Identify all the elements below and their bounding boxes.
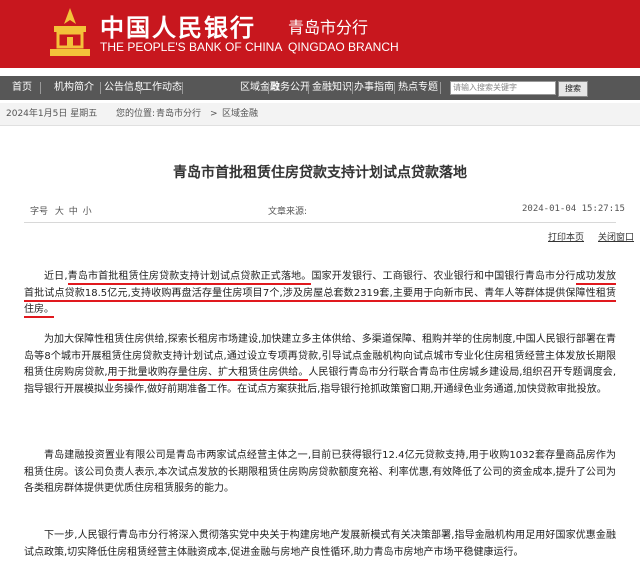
- page-title: 青岛市首批租赁住房贷款支持计划试点贷款落地: [173, 165, 467, 181]
- font-size-small-link[interactable]: 小: [83, 207, 92, 217]
- bank-name-en: THE PEOPLE'S BANK OF CHINA: [100, 40, 283, 54]
- branch-name-en: QINGDAO BRANCH: [288, 40, 399, 54]
- bank-name-cn: 中国人民银行: [100, 13, 256, 42]
- breadcrumb-sep: >: [210, 109, 218, 119]
- p2-highlight: 用于批量收购存量住房、扩大租赁住房供给。: [107, 367, 309, 381]
- close-window-link[interactable]: 关闭窗口: [598, 230, 634, 243]
- font-size-large-link[interactable]: 大: [55, 207, 64, 217]
- nav-item-about[interactable]: 机构简介: [54, 76, 94, 100]
- nav-item-home[interactable]: 首页: [12, 76, 32, 100]
- p1-text: 国家开发银行、工商银行、农业银行和中国银行青岛市分行: [311, 271, 576, 282]
- main-nav: 首页 机构简介 公告信息 工作动态 区域金融 政务公开 金融知识 办事指南 热点…: [0, 76, 640, 100]
- nav-item-topics[interactable]: 热点专题: [398, 76, 438, 100]
- divider: [24, 222, 616, 223]
- breadcrumb-prefix: 您的位置:: [116, 109, 156, 119]
- branch-name-cn: 青岛市分行: [288, 18, 369, 37]
- breadcrumb-link-branch[interactable]: 青岛市分行: [156, 103, 201, 125]
- article-source: 文章来源:: [268, 207, 308, 217]
- pboc-emblem-icon: [50, 8, 90, 56]
- article-date: 2024-01-04 15:27:15: [522, 204, 625, 214]
- breadcrumb-link-regional[interactable]: 区域金融: [222, 103, 258, 125]
- article-paragraph-2: 为加大保障性租赁住房供给,探索长租房市场建设,加快建立多主体供给、多渠道保障、租…: [24, 332, 616, 398]
- p4-text: 下一步,人民银行青岛市分行将深入贯彻落实党中央关于构建房地产发展新模式有关决策部…: [24, 530, 616, 558]
- nav-item-guide[interactable]: 办事指南: [354, 76, 394, 100]
- article-paragraph-3: 青岛建融投资置业有限公司是青岛市两家试点经营主体之一,目前已获得银行12.4亿元…: [24, 448, 616, 498]
- p1-highlight-1: 青岛市首批租赁住房贷款支持计划试点贷款正式落地。: [67, 271, 312, 285]
- current-date: 2024年1月5日 星期五: [6, 109, 98, 119]
- font-size-medium-link[interactable]: 中: [69, 207, 78, 217]
- p3-text: 青岛建融投资置业有限公司是青岛市两家试点经营主体之一,目前已获得银行12.4亿元…: [24, 450, 616, 494]
- nav-item-knowledge[interactable]: 金融知识: [312, 76, 352, 100]
- breadcrumb: 2024年1月5日 星期五 您的位置: 青岛市分行 > 区域金融: [0, 103, 640, 126]
- p1-lead: 近日,: [44, 271, 68, 282]
- article-paragraph-4: 下一步,人民银行青岛市分行将深入贯彻落实党中央关于构建房地产发展新模式有关决策部…: [24, 528, 616, 561]
- nav-item-news[interactable]: 工作动态: [142, 76, 182, 100]
- print-page-link[interactable]: 打印本页: [548, 230, 584, 243]
- header-banner: 中国人民银行 青岛市分行 THE PEOPLE'S BANK OF CHINA …: [0, 0, 640, 68]
- nav-item-gov-affairs[interactable]: 政务公开: [270, 76, 310, 100]
- search-input[interactable]: 请输入搜索关键字: [450, 81, 556, 95]
- search-button[interactable]: 搜索: [558, 81, 588, 97]
- font-size-control: 字号 大 中 小: [30, 204, 92, 217]
- article-paragraph-1: 近日,青岛市首批租赁住房贷款支持计划试点贷款正式落地。国家开发银行、工商银行、农…: [24, 269, 617, 319]
- font-size-label: 字号: [30, 207, 49, 217]
- nav-item-notices[interactable]: 公告信息: [104, 76, 144, 100]
